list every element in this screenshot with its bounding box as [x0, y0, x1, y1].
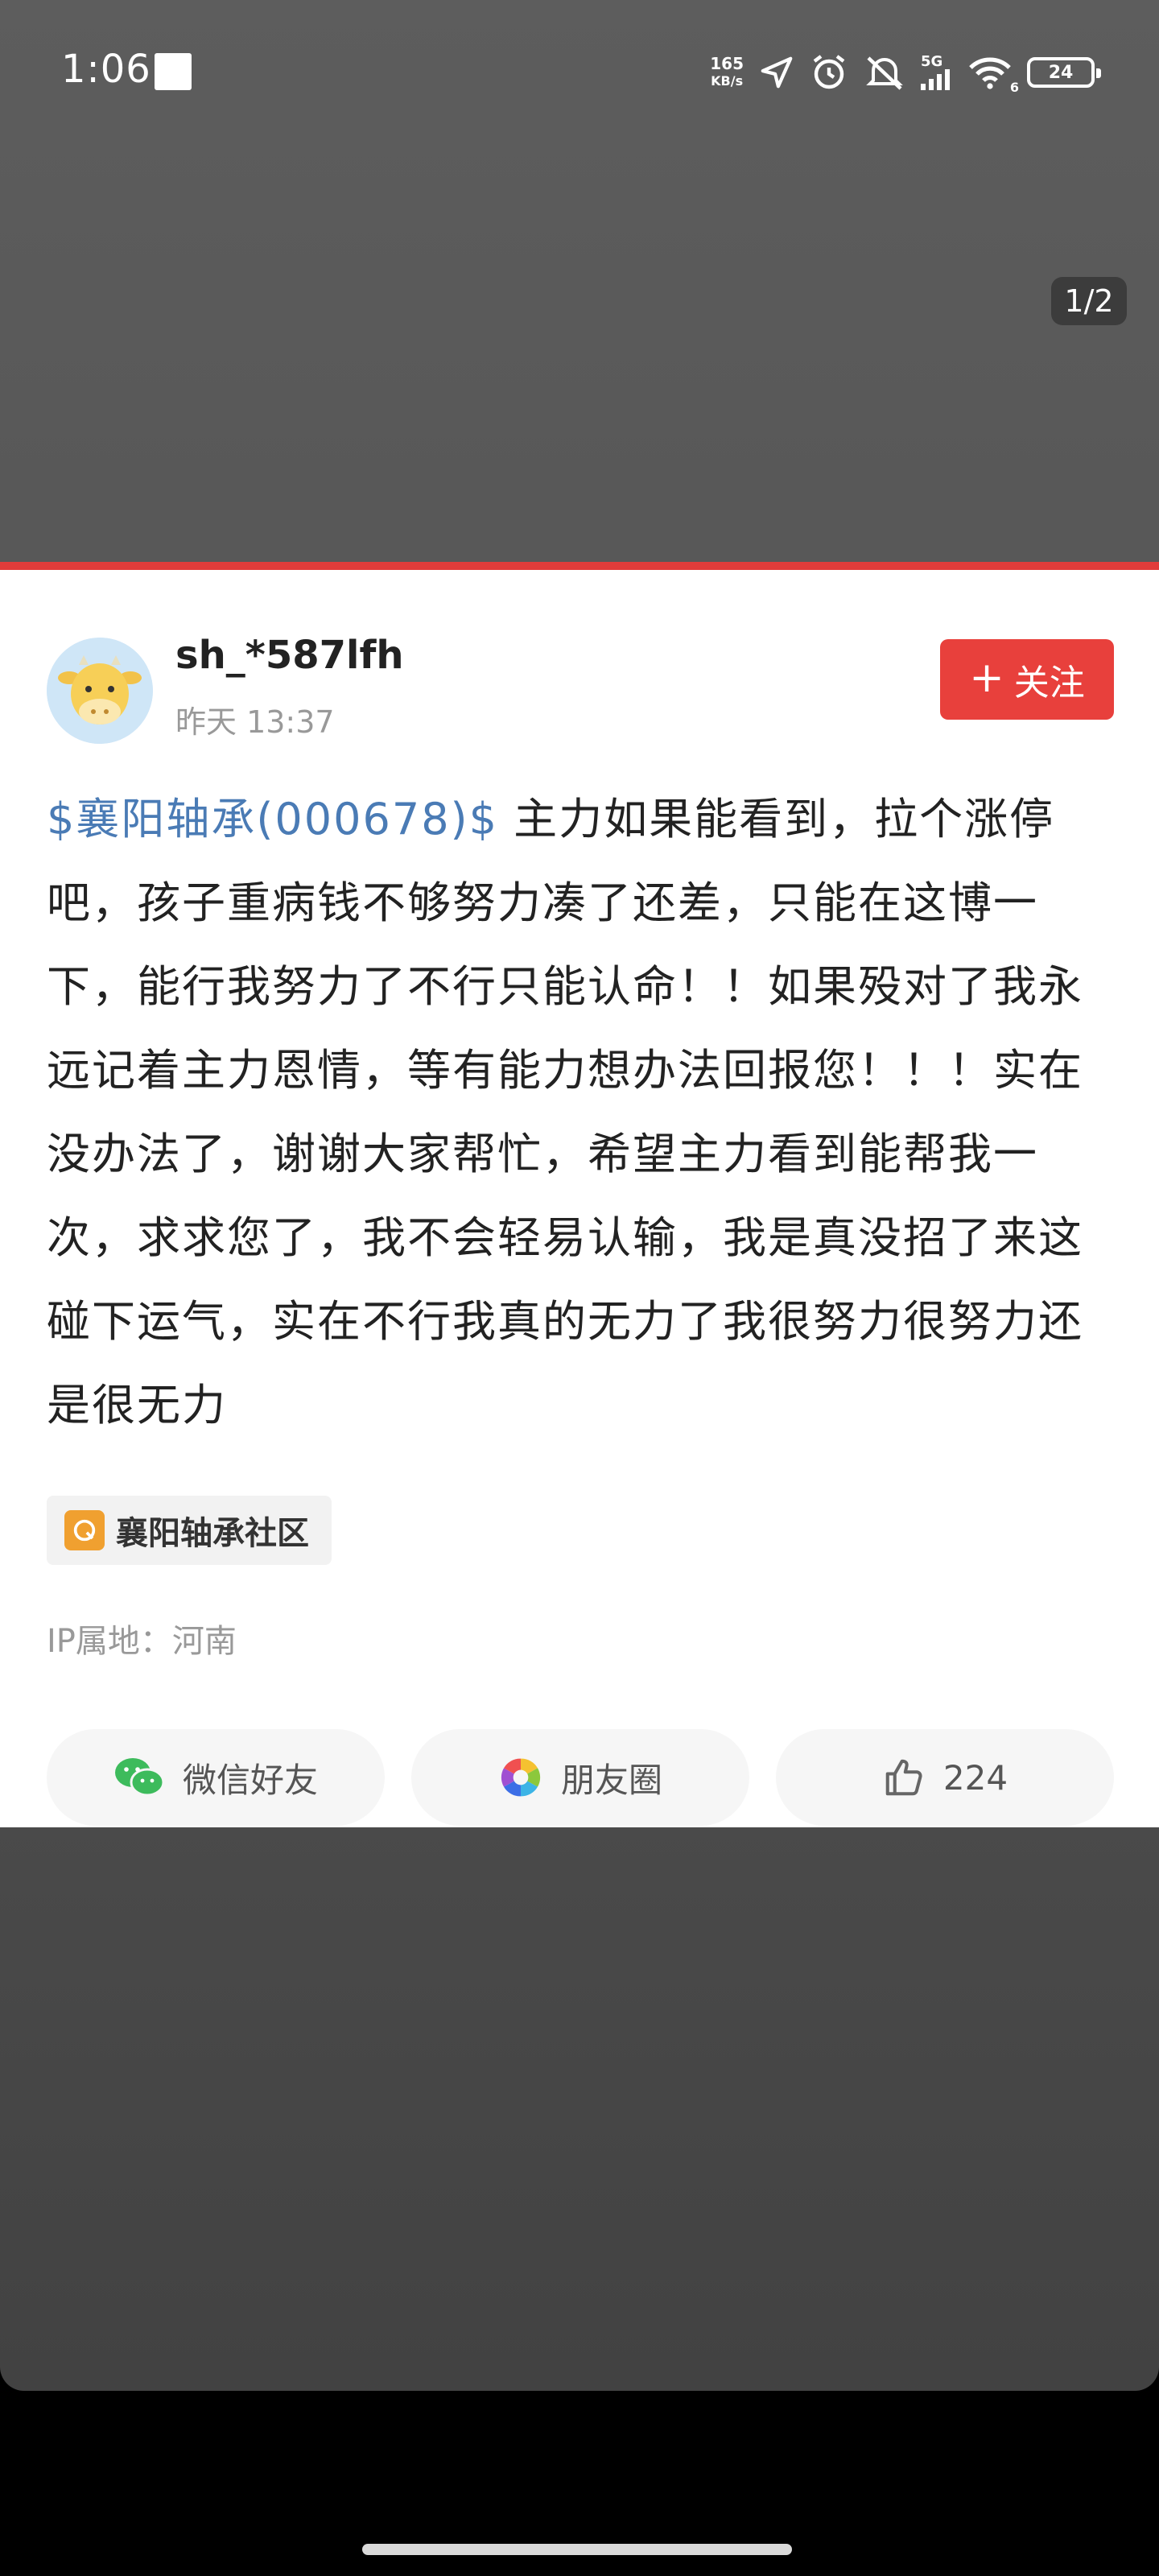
signal-bars-icon — [921, 69, 950, 90]
post-body: 主力如果能看到，拉个涨停吧，孩子重病钱不够努力凑了还差，只能在这博一下，能行我努… — [47, 794, 1083, 1430]
community-tag-label: 襄阳轴承社区 — [116, 1515, 309, 1552]
like-count: 224 — [942, 1757, 1008, 1798]
image-viewer: 1:06 165 KB/s 5G 6 24 1/2 sh_*587lfh 昨天 … — [0, 0, 1159, 2391]
ip-location: IP属地：河南 — [47, 1623, 237, 1660]
moments-label: 朋友圈 — [560, 1760, 662, 1800]
battery-icon: 24 — [1027, 57, 1101, 88]
moments-icon — [501, 1758, 541, 1797]
wechat-label: 微信好友 — [182, 1760, 318, 1800]
follow-button[interactable]: + 关注 — [940, 639, 1114, 720]
share-wechat-button[interactable]: 微信好友 — [47, 1729, 385, 1826]
page-counter: 1/2 — [1051, 277, 1127, 325]
thumbs-up-icon — [885, 1759, 922, 1796]
notification-icon — [155, 53, 192, 90]
network-speed: 165 KB/s — [710, 54, 744, 89]
post-time: 昨天 13:37 — [175, 704, 335, 740]
post-card: sh_*587lfh 昨天 13:37 + 关注 $襄阳轴承(000678)$ … — [0, 562, 1159, 1827]
post-content: $襄阳轴承(000678)$ 主力如果能看到，拉个涨停吧，孩子重病钱不够努力凑了… — [47, 778, 1117, 1447]
share-moments-button[interactable]: 朋友圈 — [411, 1729, 749, 1826]
mute-icon — [866, 56, 903, 90]
wifi-indicator: 6 — [967, 55, 1019, 95]
alarm-icon — [813, 55, 845, 89]
cow-avatar-icon — [47, 638, 153, 744]
stock-link[interactable]: $襄阳轴承(000678)$ — [47, 794, 498, 844]
share-row: 微信好友 朋友圈 224 — [47, 1729, 1114, 1826]
status-time: 1:06 — [61, 47, 151, 92]
community-icon — [64, 1510, 105, 1550]
wechat-icon — [114, 1758, 165, 1797]
avatar[interactable] — [47, 638, 153, 744]
username[interactable]: sh_*587lfh — [175, 633, 404, 678]
like-button[interactable]: 224 — [776, 1729, 1114, 1826]
location-icon — [761, 56, 793, 89]
status-icons: 165 KB/s 5G 6 24 — [710, 48, 1101, 97]
status-bar: 1:06 165 KB/s 5G 6 24 — [0, 0, 1159, 145]
wifi-icon — [969, 57, 1011, 89]
community-tag[interactable]: 襄阳轴承社区 — [47, 1496, 332, 1565]
plus-icon: + — [969, 654, 1004, 702]
cellular-signal: 5G — [921, 55, 953, 90]
follow-label: 关注 — [1013, 663, 1085, 704]
home-indicator[interactable] — [362, 2544, 792, 2555]
